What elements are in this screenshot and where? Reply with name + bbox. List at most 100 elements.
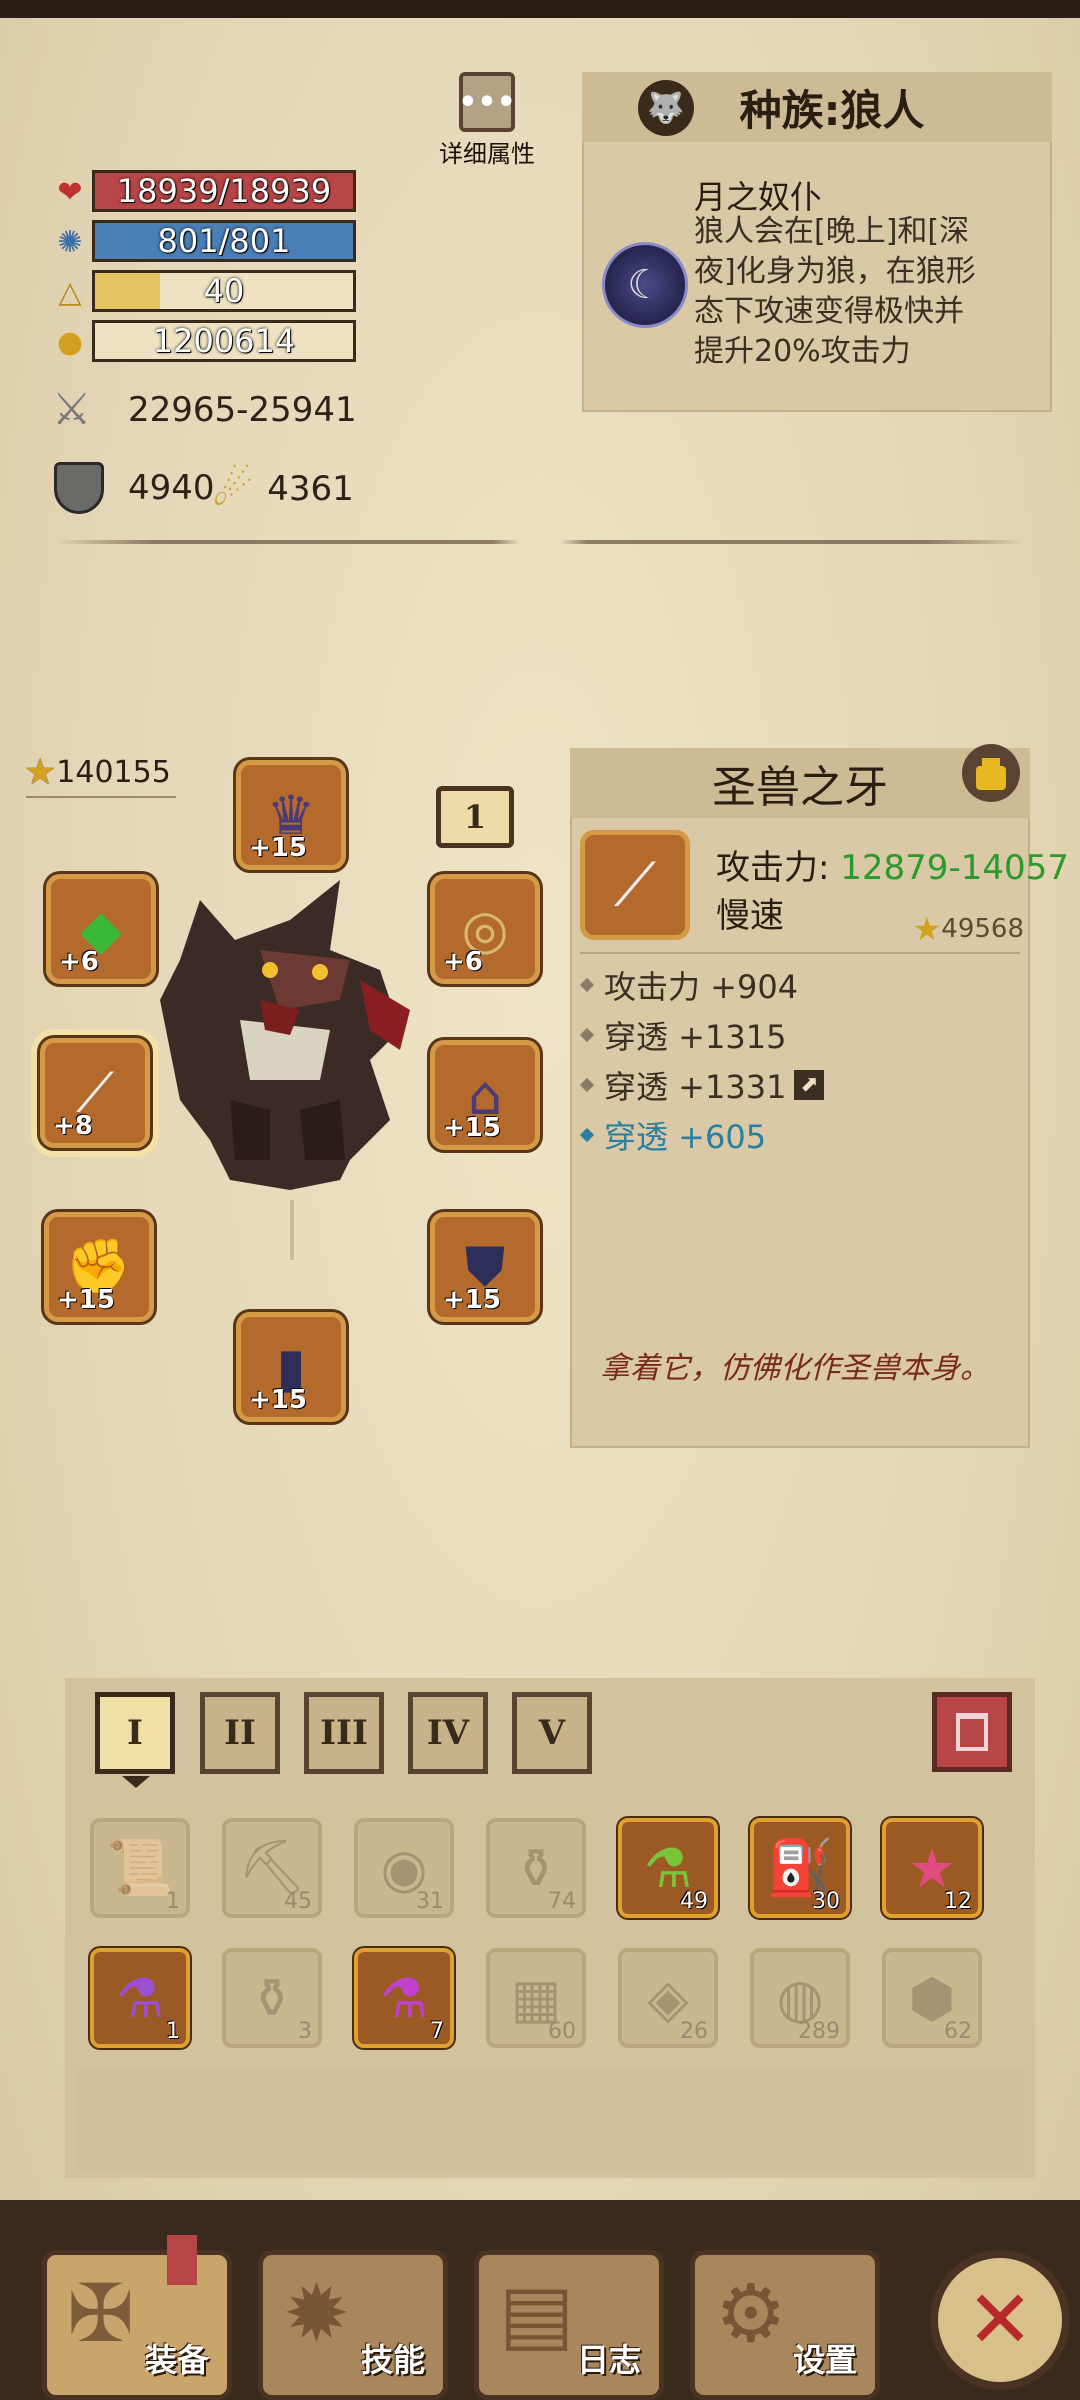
lock-button[interactable]	[962, 744, 1020, 802]
loadout-badge[interactable]: 1	[436, 786, 514, 848]
loadout-number: 1	[463, 798, 487, 836]
inventory-tab-2[interactable]: II	[200, 1692, 280, 1774]
inventory-item[interactable]: 📜 1	[90, 1818, 190, 1918]
ellipsis-icon: •••	[458, 72, 516, 132]
mana-icon: ✺	[57, 224, 83, 260]
inventory-item[interactable]: ★ 12	[882, 1818, 982, 1918]
nav-settings-label: 设置	[792, 2341, 857, 2379]
inventory-tab-3[interactable]: III	[304, 1692, 384, 1774]
inventory-slot[interactable]: 📜 1	[80, 1808, 200, 1928]
inventory-item[interactable]: ◍ 289	[750, 1948, 850, 2048]
inventory-slot[interactable]: ◍ 289	[740, 1938, 860, 2058]
panel-divider	[580, 952, 1020, 954]
slot-level: +15	[443, 1113, 501, 1143]
item-score-value: 49568	[941, 914, 1024, 944]
inventory-slot[interactable]: ▦ 60	[476, 1938, 596, 2058]
inventory-slot[interactable]: ⚗ 49	[608, 1808, 728, 1928]
inventory-item[interactable]: ◉ 31	[354, 1818, 454, 1918]
inventory-empty-row	[75, 2070, 1025, 2170]
inventory-slot[interactable]: ⛽ 30	[740, 1808, 860, 1928]
inventory-slot[interactable]: ◉ 31	[344, 1808, 464, 1928]
race-title-bar: 🐺 种族:狼人	[582, 72, 1052, 142]
item-count: 1	[166, 2019, 180, 2044]
inventory-tab-4[interactable]: IV	[408, 1692, 488, 1774]
item-count: 30	[812, 1889, 840, 1914]
inventory-slot[interactable]: ⚱ 74	[476, 1808, 596, 1928]
inventory-slot[interactable]: ⚱ 3	[212, 1938, 332, 2058]
nav-skills-label: 技能	[360, 2341, 425, 2379]
race-description-line: 提升20%攻击力	[694, 334, 911, 369]
item-count: 12	[944, 1889, 972, 1914]
equip-slot-left-accessory[interactable]: ◆ +6	[46, 874, 156, 984]
slot-level: +6	[59, 947, 99, 977]
inventory-item[interactable]: ⚗ 1	[90, 1948, 190, 2048]
race-description-line: 态下攻速变得极快并	[694, 294, 964, 329]
diamond-bullet-icon	[579, 977, 595, 993]
slot-level: +8	[53, 1111, 93, 1141]
trash-icon	[956, 1713, 988, 1751]
level-bar: 40	[92, 270, 356, 312]
inventory-slot[interactable]: ⚗ 1	[80, 1938, 200, 2058]
nav-settings-button[interactable]: ⚙ 设置	[690, 2250, 880, 2400]
diamond-bullet-icon	[579, 1127, 595, 1143]
inventory-item[interactable]: ⛽ 30	[750, 1818, 850, 1918]
affix-text: 穿透 +1315	[604, 1018, 787, 1056]
tab-label: V	[538, 1713, 566, 1753]
inventory-item[interactable]: ⬢ 62	[882, 1948, 982, 2048]
inventory-slot[interactable]: ⚗ 7	[344, 1938, 464, 2058]
item-count: 26	[680, 2019, 708, 2044]
equip-slot-boots[interactable]: ▮ +15	[236, 1312, 346, 1422]
inventory-item[interactable]: ⛏ 45	[222, 1818, 322, 1918]
defense-stat: 4940	[54, 462, 215, 514]
inventory-item[interactable]: ⚱ 74	[486, 1818, 586, 1918]
inventory-slot[interactable]: ◈ 26	[608, 1938, 728, 2058]
nav-equip-button[interactable]: ✠ 装备	[42, 2235, 232, 2400]
werewolf-character	[140, 860, 430, 1200]
gold-bar: 1200614	[92, 320, 356, 362]
diamond-bullet-icon	[579, 1027, 595, 1043]
detail-attributes-button[interactable]: ••• 详细属性	[432, 72, 542, 172]
inventory-slot[interactable]: ⬢ 62	[872, 1938, 992, 2058]
equip-slot-shoulders[interactable]: ⌂ +15	[430, 1040, 540, 1150]
item-affix: 穿透 +605	[579, 1112, 766, 1158]
item-detail-panel: 圣兽之牙 ⟋ 攻击力: 12879-14057 慢速 ★ 49568 攻击力 +…	[570, 744, 1069, 1448]
nav-skills-button[interactable]: ✹ 技能	[258, 2250, 448, 2400]
inventory-item[interactable]: ⚱ 3	[222, 1948, 322, 2048]
inventory-tab-5[interactable]: V	[512, 1692, 592, 1774]
bookmark-icon	[167, 2235, 197, 2285]
close-button[interactable]: ✕	[930, 2250, 1070, 2390]
equip-slot-helmet[interactable]: ♛ +15	[236, 760, 346, 870]
top-frame	[0, 0, 1080, 18]
heart-icon: ❤	[57, 174, 83, 210]
item-count: 289	[798, 2019, 840, 2044]
level-icon: △	[58, 274, 82, 310]
inventory-slot[interactable]: ⛏ 45	[212, 1808, 332, 1928]
slot-connector-line	[290, 1200, 294, 1260]
equip-slot-right-accessory[interactable]: ◎ +6	[430, 874, 540, 984]
equip-slot-armor[interactable]: ⛊ +15	[430, 1212, 540, 1322]
defense-value: 4940	[128, 468, 215, 508]
inventory-item[interactable]: ⚗ 7	[354, 1948, 454, 2048]
equip-slot-gloves[interactable]: ✊ +15	[44, 1212, 154, 1322]
item-score: ★ 49568	[913, 910, 1024, 948]
crossed-axes-icon: ✠	[67, 2267, 135, 2360]
item-affix: 攻击力 +904	[579, 962, 799, 1008]
inventory-item[interactable]: ⚗ 49	[618, 1818, 718, 1918]
detail-attributes-label: 详细属性	[439, 140, 535, 168]
nav-log-button[interactable]: ▤ 日志	[474, 2250, 664, 2400]
affix-text: 穿透 +1331	[604, 1068, 787, 1106]
item-name-bar: 圣兽之牙	[570, 748, 1030, 818]
equip-slot-weapon[interactable]: ⟋ +8	[40, 1038, 150, 1148]
item-name: 圣兽之牙	[712, 762, 888, 813]
item-count: 74	[548, 1889, 576, 1914]
race-description: 狼人会在[晚上]和[深 夜]化身为狼，在狼形 态下攻速变得极快并 提升20%攻击…	[694, 212, 1044, 372]
trash-button[interactable]	[932, 1692, 1012, 1772]
item-count: 31	[416, 1889, 444, 1914]
inventory-tab-1[interactable]: I	[95, 1692, 175, 1774]
fang-blade-icon: ⟋	[614, 850, 656, 920]
inventory-item[interactable]: ◈ 26	[618, 1948, 718, 2048]
inventory-slot[interactable]: ★ 12	[872, 1808, 992, 1928]
affix-text: 攻击力 +904	[604, 968, 799, 1006]
magic-defense-stat: ☄ 4361	[212, 462, 354, 516]
inventory-item[interactable]: ▦ 60	[486, 1948, 586, 2048]
